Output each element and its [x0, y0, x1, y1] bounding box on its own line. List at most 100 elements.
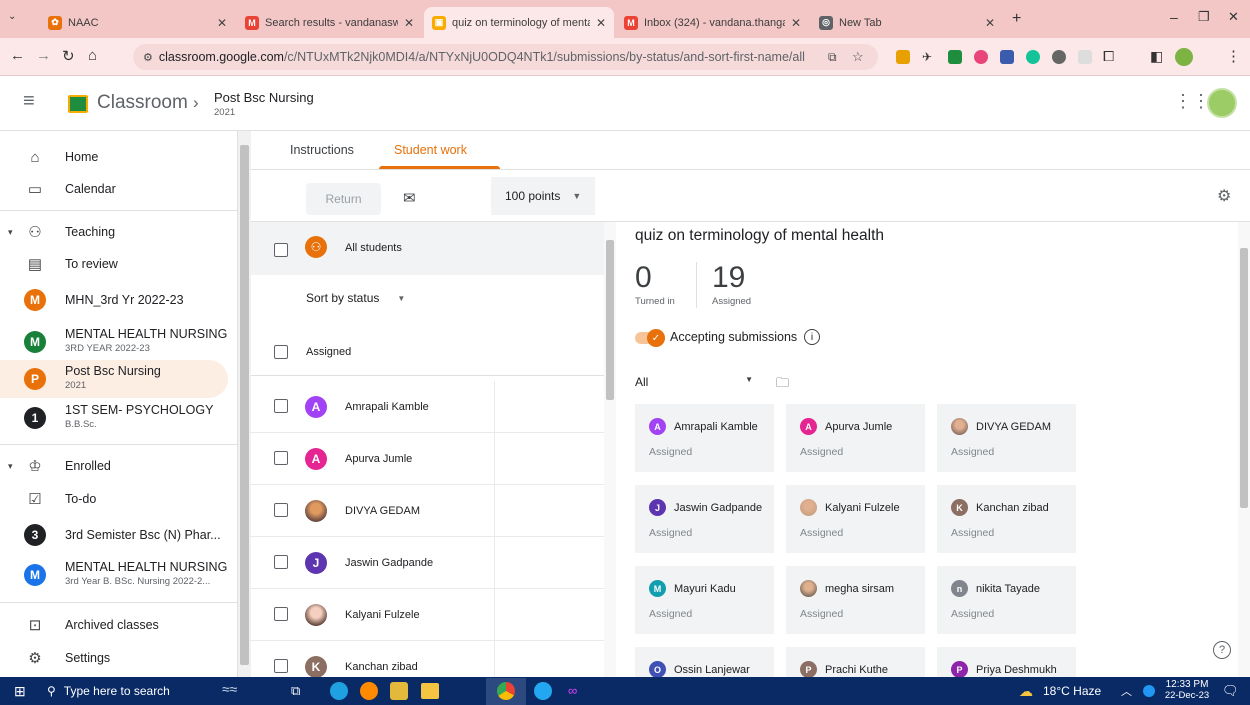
app-icon[interactable]: ∞ — [568, 683, 577, 698]
store-icon[interactable] — [390, 682, 408, 700]
pin-extension-icon[interactable]: ✈ — [922, 50, 936, 64]
close-tab-icon[interactable]: ✕ — [596, 16, 606, 30]
student-row[interactable]: A Apurva Jumle — [251, 433, 604, 485]
scrollbar-thumb[interactable] — [1240, 248, 1248, 508]
student-row[interactable]: A Amrapali Kamble — [251, 381, 604, 433]
student-card[interactable]: n nikita Tayade Assigned — [937, 566, 1076, 634]
student-checkbox[interactable] — [274, 555, 288, 569]
restore-window-icon[interactable]: ❐ — [1198, 9, 1210, 25]
taskbar-search-box[interactable]: ⚲ Type here to search — [47, 680, 232, 702]
all-students-row[interactable]: ⚇ All students — [251, 222, 604, 275]
student-card[interactable]: K Kanchan zibad Assigned — [937, 485, 1076, 553]
new-tab-button[interactable]: + — [1012, 10, 1021, 28]
weather-text[interactable]: 18°C Haze — [1043, 684, 1101, 698]
folder-icon[interactable]: 🗀 — [776, 374, 789, 396]
student-card[interactable]: P Prachi Kuthe — [786, 647, 925, 678]
student-card[interactable]: DIVYA GEDAM Assigned — [937, 404, 1076, 472]
reload-icon[interactable]: ↻ — [62, 47, 75, 65]
turned-in-count[interactable]: 0 — [635, 261, 652, 295]
sidebar-item-to-review[interactable]: ▤ To review — [0, 248, 228, 280]
sidebar-item-archived[interactable]: ⊡ Archived classes — [0, 609, 228, 641]
tab-instructions[interactable]: Instructions — [290, 143, 354, 157]
points-dropdown[interactable]: 100 points ▼ — [491, 177, 595, 215]
student-card[interactable]: O Ossin Lanjewar — [635, 647, 774, 678]
assigned-count[interactable]: 19 — [712, 261, 745, 295]
expand-caret-icon[interactable]: ▾ — [8, 227, 13, 238]
account-avatar[interactable] — [1207, 88, 1237, 118]
extension-icon[interactable] — [1000, 50, 1014, 64]
chrome-taskbar-active[interactable] — [486, 678, 526, 705]
minimize-window-icon[interactable]: – — [1170, 9, 1178, 25]
notifications-icon[interactable]: 🗨 — [1222, 683, 1239, 699]
home-icon[interactable]: ⌂ — [88, 47, 97, 64]
student-card[interactable]: J Jaswin Gadpande Assigned — [635, 485, 774, 553]
student-checkbox[interactable] — [274, 503, 288, 517]
student-card[interactable]: P Priya Deshmukh — [937, 647, 1076, 678]
firefox-icon[interactable] — [360, 682, 378, 700]
close-window-icon[interactable]: ✕ — [1228, 9, 1239, 25]
sidebar-scrollbar[interactable] — [237, 131, 251, 677]
info-icon[interactable]: i — [804, 329, 820, 345]
extension-icon[interactable] — [1052, 50, 1066, 64]
browser-tab-inbox[interactable]: M Inbox (324) - vandana.thangave ✕ — [616, 7, 809, 38]
student-card[interactable]: megha sirsam Assigned — [786, 566, 925, 634]
weather-icon[interactable]: ☁ — [1019, 683, 1033, 700]
sidebar-item-calendar[interactable]: ▭ Calendar — [0, 173, 228, 205]
app-icon[interactable] — [534, 682, 552, 700]
scrollbar-thumb[interactable] — [606, 240, 614, 400]
tray-app-icon[interactable] — [1143, 685, 1155, 697]
clock[interactable]: 12:33 PM 22-Dec-23 — [1162, 679, 1212, 701]
student-card[interactable]: A Amrapali Kamble Assigned — [635, 404, 774, 472]
back-arrow-icon[interactable]: ← — [10, 47, 25, 64]
extensions-puzzle-icon[interactable]: ⧠ — [1103, 48, 1114, 65]
filter-dropdown[interactable]: All ▼ — [635, 375, 753, 389]
task-view-icon[interactable]: ⧉ — [291, 683, 300, 699]
scrollbar-thumb[interactable] — [240, 145, 249, 665]
tab-search-chevron-icon[interactable]: ⌄ — [8, 11, 28, 27]
close-tab-icon[interactable]: ✕ — [217, 16, 227, 30]
browser-tab-search-results[interactable]: M Search results - vandanaswaran ✕ — [237, 7, 422, 38]
help-icon[interactable]: ? — [1213, 641, 1231, 659]
edge-browser-icon[interactable] — [330, 682, 348, 700]
main-menu-icon[interactable]: ≡ — [23, 90, 35, 113]
student-card[interactable]: Kalyani Fulzele Assigned — [786, 485, 925, 553]
bookmark-star-icon[interactable]: ☆ — [852, 49, 864, 65]
sidebar-item-teaching[interactable]: ▾ ⚇ Teaching — [0, 216, 228, 248]
app-title[interactable]: Classroom — [97, 92, 188, 114]
tray-chevron-icon[interactable]: ︿ — [1121, 683, 1132, 699]
browser-tab-naac[interactable]: ✿ NAAC ✕ — [40, 7, 235, 38]
main-scrollbar[interactable] — [1238, 222, 1250, 677]
sidebar-item-settings[interactable]: ⚙ Settings — [0, 642, 228, 674]
student-row[interactable]: J Jaswin Gadpande — [251, 537, 604, 589]
sidebar-item-class[interactable]: 1 1ST SEM- PSYCHOLOGY B.B.Sc. — [0, 400, 228, 436]
classroom-logo-icon[interactable] — [68, 95, 88, 113]
student-checkbox[interactable] — [274, 607, 288, 621]
sort-dropdown[interactable]: Sort by status ▼ — [306, 291, 405, 305]
return-button[interactable]: Return — [306, 183, 381, 215]
address-bar[interactable]: ⚙ classroom.google.com/c/NTUxMTk2Njk0MDI… — [133, 44, 878, 70]
accepting-submissions-toggle[interactable]: ✓ — [635, 329, 665, 347]
student-card[interactable]: A Apurva Jumle Assigned — [786, 404, 925, 472]
roster-scrollbar[interactable] — [604, 222, 616, 677]
student-row[interactable]: Kalyani Fulzele — [251, 589, 604, 641]
forward-arrow-icon[interactable]: → — [36, 47, 51, 64]
browser-tab-quiz[interactable]: ▣ quiz on terminology of mental ✕ — [424, 7, 614, 38]
student-checkbox[interactable] — [274, 399, 288, 413]
sidebar-item-class[interactable]: M MENTAL HEALTH NURSING 3RD YEAR 2022-23 — [0, 324, 228, 360]
side-panel-icon[interactable]: ◧ — [1150, 48, 1163, 65]
profile-avatar[interactable] — [1175, 48, 1193, 66]
sidebar-item-enrolled[interactable]: ▾ ♔ Enrolled — [0, 450, 228, 482]
sidebar-item-home[interactable]: ⌂ Home — [0, 141, 228, 173]
student-checkbox[interactable] — [274, 451, 288, 465]
file-explorer-icon[interactable] — [421, 683, 439, 699]
extension-icon[interactable] — [948, 50, 962, 64]
close-tab-icon[interactable]: ✕ — [404, 16, 414, 30]
close-tab-icon[interactable]: ✕ — [791, 16, 801, 30]
windows-start-icon[interactable]: ⊞ — [14, 683, 26, 700]
install-app-icon[interactable]: ⧉ — [828, 50, 837, 65]
student-row[interactable]: DIVYA GEDAM — [251, 485, 604, 537]
close-tab-icon[interactable]: ✕ — [985, 16, 995, 30]
select-all-checkbox[interactable] — [274, 243, 288, 257]
email-envelope-icon[interactable]: ✉ — [403, 189, 416, 207]
settings-gear-icon[interactable]: ⚙ — [1217, 186, 1231, 206]
